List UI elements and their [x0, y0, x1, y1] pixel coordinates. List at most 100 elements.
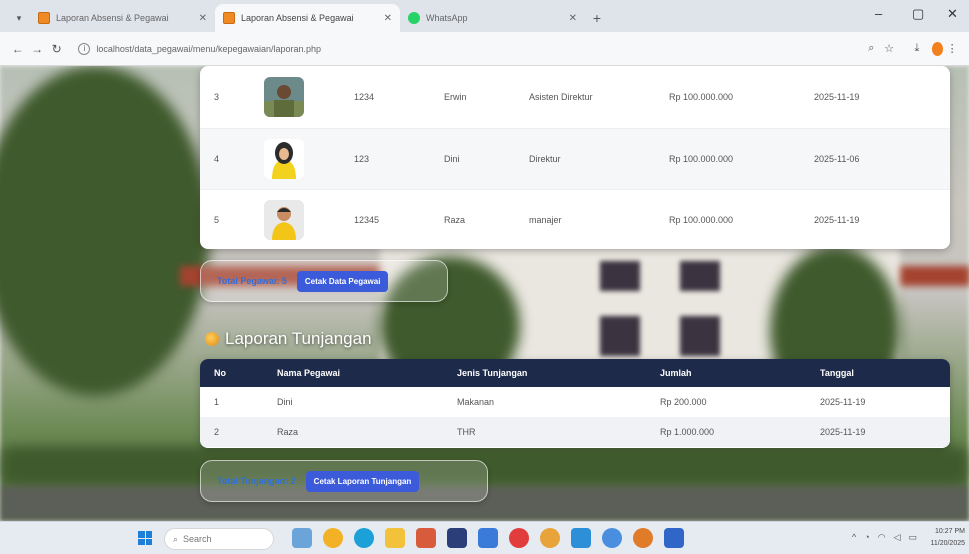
url-input[interactable]: i localhost/data_pegawai/menu/kepegawaia…: [72, 37, 862, 61]
pegawai-summary-box: Total Pegawai: 5 Cetak Data Pegawai: [200, 260, 448, 302]
cell-gaji: Rp 100.000.000: [655, 128, 800, 190]
app-icon[interactable]: [571, 528, 591, 548]
table-row: 3 1234 Erwin Asisten Direktur Rp 100.000…: [200, 66, 950, 129]
column-header: Nama Pegawai: [263, 359, 443, 387]
chevron-up-icon[interactable]: ^: [852, 532, 856, 543]
volume-icon[interactable]: ◁: [894, 532, 901, 543]
windows-taskbar: ⌕ Search ^ ◔ ◠ ◁ ▭ 10:27 PM 11/20/2025: [0, 521, 969, 554]
site-info-icon[interactable]: i: [78, 42, 91, 55]
whatsapp-icon: [408, 12, 420, 24]
minimize-icon[interactable]: –: [875, 6, 882, 21]
store-icon[interactable]: [447, 528, 467, 548]
search-placeholder: Search: [183, 534, 212, 544]
chrome-icon[interactable]: [633, 528, 653, 548]
cell-nama: Erwin: [430, 66, 515, 129]
cell-no: 1: [200, 387, 263, 417]
taskbar-clock[interactable]: 10:27 PM 11/20/2025: [930, 526, 965, 550]
table-header-row: No Nama Pegawai Jenis Tunjangan Jumlah T…: [200, 359, 950, 387]
cell-gaji: Rp 100.000.000: [655, 189, 800, 249]
cell-nip: 12345: [340, 189, 430, 249]
wifi-icon[interactable]: ◠: [878, 532, 886, 543]
cell-tanggal: 2025-11-06: [800, 128, 950, 190]
cell-jenis: THR: [443, 417, 646, 447]
cell-no: 4: [200, 128, 250, 190]
taskbar-search-box[interactable]: ⌕ Search: [164, 528, 274, 550]
total-tunjangan-label: Total Tunjangan: 2: [217, 476, 296, 486]
tab-close-icon[interactable]: ✕: [199, 13, 207, 24]
edge-icon[interactable]: [354, 528, 374, 548]
chrome-icon[interactable]: [540, 528, 560, 548]
profile-avatar[interactable]: [931, 41, 944, 56]
app-icon[interactable]: [323, 528, 343, 548]
clock-date: 11/20/2025: [930, 540, 965, 547]
cell-no: 5: [200, 189, 250, 249]
cell-nama: Dini: [263, 387, 443, 417]
network-icon[interactable]: ◔: [864, 532, 869, 543]
cell-no: 3: [200, 66, 250, 129]
tunjangan-table: No Nama Pegawai Jenis Tunjangan Jumlah T…: [200, 359, 950, 447]
tunjangan-table-card: No Nama Pegawai Jenis Tunjangan Jumlah T…: [200, 359, 950, 448]
cell-jabatan: Direktur: [515, 128, 655, 190]
file-explorer-icon[interactable]: [385, 528, 405, 548]
battery-icon[interactable]: ▭: [908, 532, 917, 543]
table-row: 4 123 Dini Direktur Rp 100.000.000 2025-…: [200, 128, 950, 190]
browser-tab-3[interactable]: WhatsApp ✕: [400, 4, 585, 32]
menu-dots-icon[interactable]: ⋮: [943, 42, 961, 55]
coin-icon: [205, 332, 219, 346]
cell-no: 2: [200, 417, 263, 447]
tab-search-icon[interactable]: ▾: [8, 4, 30, 32]
tab-label: Laporan Absensi & Pegawai: [56, 13, 169, 23]
download-icon[interactable]: ⤓: [908, 42, 926, 55]
cell-photo: [250, 128, 340, 190]
reload-icon[interactable]: ↻: [47, 42, 66, 56]
column-header: No: [200, 359, 263, 387]
cell-nip: 1234: [340, 66, 430, 129]
employee-photo: [264, 76, 304, 117]
table-row: 1 Dini Makanan Rp 200.000 2025-11-19: [200, 387, 950, 417]
chrome-icon[interactable]: [602, 528, 622, 548]
back-icon[interactable]: ←: [8, 42, 27, 56]
browser-tab-1[interactable]: Laporan Absensi & Pegawai ✕: [30, 4, 215, 32]
print-pegawai-button[interactable]: Cetak Data Pegawai: [296, 270, 389, 292]
bookmark-star-icon[interactable]: ☆: [880, 42, 898, 55]
app-icon[interactable]: [416, 528, 436, 548]
column-header: Jenis Tunjangan: [443, 359, 646, 387]
taskbar-apps: [292, 528, 684, 548]
table-row: 2 Raza THR Rp 1.000.000 2025-11-19: [200, 417, 950, 447]
employee-photo: [264, 138, 304, 179]
browser-tab-2[interactable]: Laporan Absensi & Pegawai ✕: [215, 4, 400, 32]
app-icon[interactable]: [664, 528, 684, 548]
cell-tanggal: 2025-11-19: [800, 66, 950, 129]
app-icon[interactable]: [478, 528, 498, 548]
cell-nama: Dini: [430, 128, 515, 190]
close-window-icon[interactable]: ✕: [947, 6, 958, 22]
app-icon[interactable]: [509, 528, 529, 548]
cell-nip: 123: [340, 128, 430, 190]
maximize-icon[interactable]: ▢: [912, 6, 924, 22]
cell-photo: [250, 189, 340, 249]
windows-start-icon[interactable]: [138, 531, 152, 545]
cell-jumlah: Rp 200.000: [646, 387, 806, 417]
section-title-text: Laporan Tunjangan: [225, 329, 372, 348]
print-tunjangan-button[interactable]: Cetak Laporan Tunjangan: [305, 470, 420, 492]
new-tab-button[interactable]: +: [585, 4, 609, 32]
tab-close-icon[interactable]: ✕: [384, 13, 392, 24]
cell-tanggal: 2025-11-19: [800, 189, 950, 249]
tab-favicon-icon: [223, 12, 235, 24]
employee-photo: [264, 199, 304, 240]
tab-label: WhatsApp: [426, 13, 468, 23]
pegawai-table: 3 1234 Erwin Asisten Direktur Rp 100.000…: [200, 66, 950, 249]
tunjangan-summary-box: Total Tunjangan: 2 Cetak Laporan Tunjang…: [200, 460, 488, 502]
tab-favicon-icon: [38, 12, 50, 24]
system-tray: ^ ◔ ◠ ◁ ▭: [852, 532, 917, 543]
cell-tanggal: 2025-11-19: [806, 417, 950, 447]
cell-tanggal: 2025-11-19: [806, 387, 950, 417]
cell-nama: Raza: [430, 189, 515, 249]
column-header: Jumlah: [646, 359, 806, 387]
widgets-icon[interactable]: [292, 528, 312, 548]
cell-jumlah: Rp 1.000.000: [646, 417, 806, 447]
zoom-icon[interactable]: ⌕: [862, 42, 880, 55]
tab-close-icon[interactable]: ✕: [569, 13, 577, 24]
tab-label: Laporan Absensi & Pegawai: [241, 13, 354, 23]
forward-icon[interactable]: →: [27, 42, 46, 56]
